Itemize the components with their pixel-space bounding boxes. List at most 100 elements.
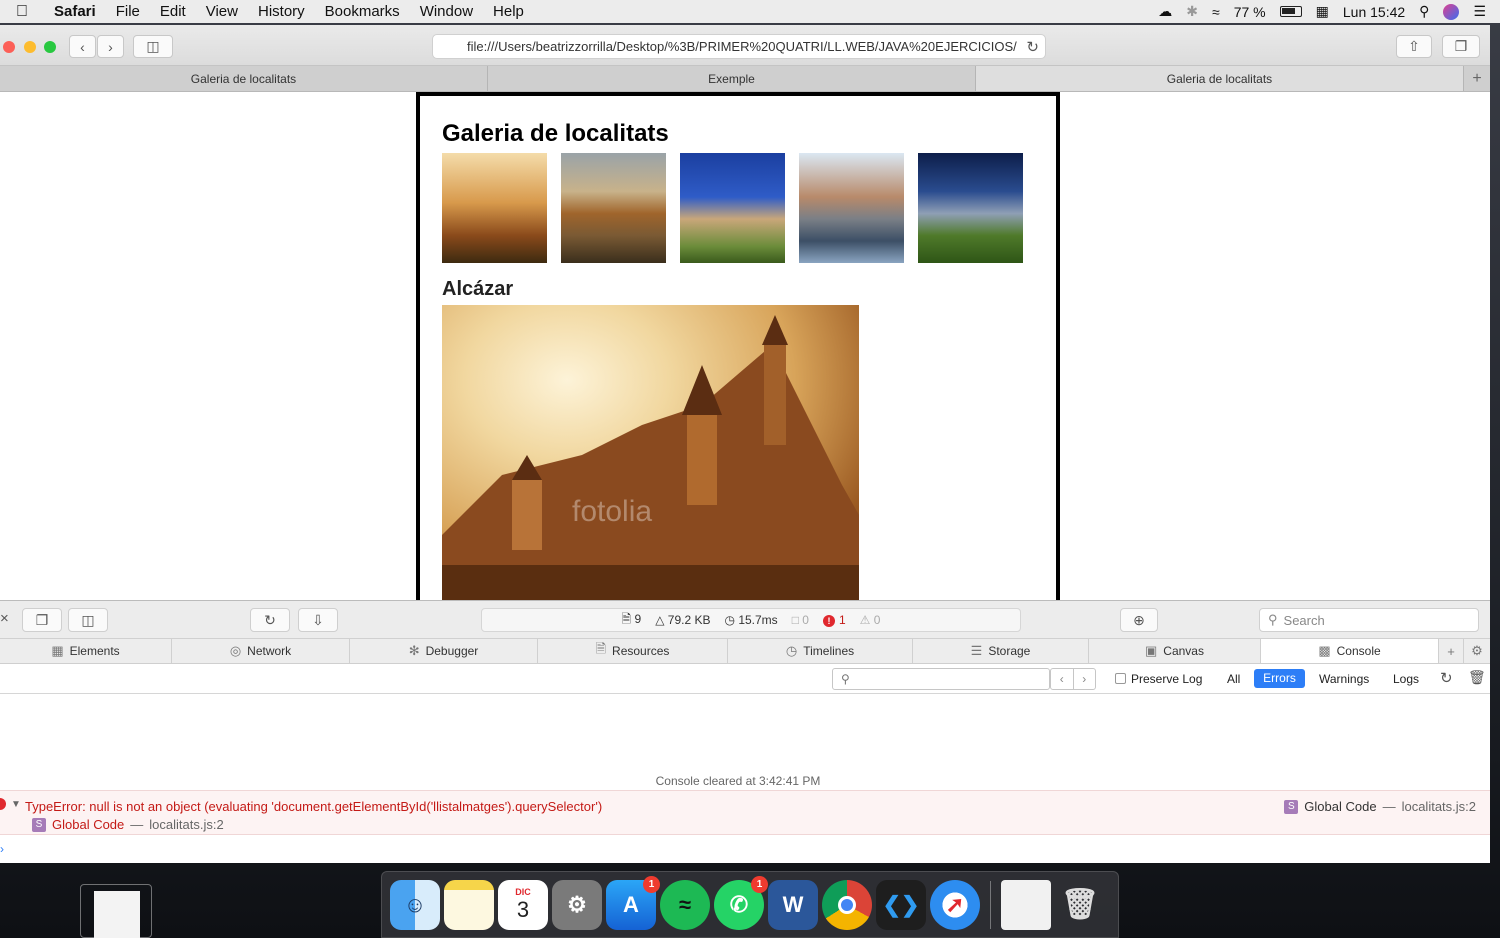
safari-icon[interactable]: ➚	[930, 879, 980, 930]
element-picker-button[interactable]: ⊕	[1120, 608, 1158, 632]
menu-view[interactable]: View	[196, 3, 248, 20]
previous-match-button[interactable]: ‹	[1051, 669, 1074, 689]
back-button[interactable]: ‹	[69, 35, 96, 58]
next-match-button[interactable]: ›	[1074, 669, 1096, 689]
chrome-icon[interactable]	[822, 879, 872, 930]
microsoft-word-icon[interactable]: W	[768, 879, 818, 930]
close-inspector-icon[interactable]: ×	[0, 610, 9, 627]
reload-icon[interactable]: ↻	[1026, 38, 1039, 56]
errors-count[interactable]: ! 1	[822, 613, 846, 627]
menu-history[interactable]: History	[248, 3, 315, 20]
notification-center-icon[interactable]: ☰	[1473, 3, 1486, 20]
logs-count[interactable]: □ 0	[792, 613, 809, 627]
load-time-value: 15.7ms	[738, 613, 778, 627]
new-tab-button[interactable]: +	[1464, 66, 1490, 91]
menu-file[interactable]: File	[106, 3, 150, 20]
trash-icon[interactable]: 🗑	[1055, 880, 1105, 930]
filter-logs[interactable]: Logs	[1393, 672, 1419, 686]
download-archive-button[interactable]: ⇩	[298, 608, 338, 632]
add-tab-button[interactable]: +	[1439, 639, 1464, 663]
show-tabs-button[interactable]: ❐	[1442, 35, 1480, 58]
warnings-count[interactable]: ⚠ 0	[860, 613, 881, 627]
resources-count[interactable]: 🗎 9	[622, 610, 642, 631]
thumbnail-salamanca[interactable]	[561, 153, 666, 263]
fotolia-watermark: fotolia	[572, 495, 653, 528]
tab-debugger[interactable]: ✻ Debugger	[350, 639, 538, 663]
filter-warnings[interactable]: Warnings	[1319, 672, 1369, 686]
battery-icon[interactable]	[1279, 6, 1302, 17]
address-bar[interactable]: file:///Users/beatrizzorrilla/Desktop/%3…	[432, 34, 1046, 59]
stack-trace-frame[interactable]: S Global Code — localitats.js:2	[32, 817, 224, 832]
app-store-icon[interactable]: A1	[606, 875, 660, 930]
thumbnail-muralla[interactable]	[918, 153, 1023, 263]
dock-side-button[interactable]: ◫	[68, 608, 108, 632]
thumbnail-sagrada-familia[interactable]	[680, 153, 785, 263]
reload-page-button[interactable]: ↻	[250, 608, 290, 632]
battery-percent[interactable]: 77 %	[1234, 4, 1266, 20]
resources-size[interactable]: △ 79.2 KB	[655, 613, 710, 627]
finder-icon[interactable]: ☺	[390, 879, 440, 930]
bluetooth-icon[interactable]: ✱	[1186, 3, 1198, 20]
menu-bookmarks[interactable]: Bookmarks	[315, 3, 410, 20]
minimize-window-button[interactable]	[24, 41, 36, 53]
calendar-icon[interactable]: DIC 3	[498, 879, 548, 930]
tab-storage[interactable]: ☰ Storage	[913, 639, 1089, 663]
detach-inspector-button[interactable]: ❐	[22, 608, 62, 632]
tab-network[interactable]: ◎ Network	[172, 639, 350, 663]
whatsapp-icon[interactable]: ✆ 1	[714, 875, 768, 930]
filter-all[interactable]: All	[1227, 672, 1240, 686]
image-caption: Alcázar	[442, 278, 514, 300]
error-source[interactable]: S Global Code — localitats.js:2	[1284, 799, 1476, 814]
apple-menu-icon[interactable]: 	[0, 3, 44, 21]
console-filter-input[interactable]: ⚲	[832, 668, 1050, 690]
warnings-count-value: 0	[873, 613, 881, 627]
chrome-window-icon[interactable]	[1001, 879, 1051, 930]
calendar-menu-icon[interactable]: ▦	[1316, 3, 1329, 20]
error-source-file[interactable]: localitats.js:2	[1402, 799, 1476, 814]
system-preferences-icon[interactable]: ⚙	[552, 879, 602, 930]
clock[interactable]: Lun 15:42	[1343, 4, 1405, 20]
tab-console[interactable]: ▩ Console	[1261, 639, 1439, 663]
creative-cloud-icon[interactable]: ☁	[1158, 3, 1172, 20]
tab-timelines[interactable]: ◷ Timelines	[728, 639, 913, 663]
sidebar-toggle-button[interactable]: ◫	[133, 35, 173, 58]
spotify-icon[interactable]: ≈	[660, 879, 710, 930]
disclosure-triangle-icon[interactable]: ▼	[11, 799, 21, 810]
app-store-badge: 1	[643, 875, 660, 893]
wifi-icon[interactable]: ≈	[1212, 4, 1220, 20]
inspector-settings-button[interactable]: ⚙	[1464, 639, 1490, 663]
menu-window[interactable]: Window	[410, 3, 483, 20]
tab-canvas[interactable]: ▣ Canvas	[1089, 639, 1261, 663]
thumbnail-alcazar[interactable]	[442, 153, 547, 263]
tab-galeria-2[interactable]: Galeria de localitats	[976, 66, 1464, 91]
siri-icon[interactable]	[1443, 3, 1460, 20]
menu-app-name[interactable]: Safari	[44, 3, 106, 20]
thumbnail-puente[interactable]	[799, 153, 904, 263]
stack-frame-file[interactable]: localitats.js:2	[149, 817, 223, 832]
menu-help[interactable]: Help	[483, 3, 534, 20]
share-button[interactable]: ⇧	[1396, 35, 1432, 58]
dock: ☺ DIC 3 ⚙ A1 ≈ ✆ 1 W ❮❯ ➚ 🗑	[381, 871, 1119, 938]
menu-edit[interactable]: Edit	[150, 3, 196, 20]
desktop-file-icon[interactable]	[80, 884, 152, 938]
tab-resources[interactable]: 🗎 Resources	[538, 639, 728, 663]
filter-errors[interactable]: Errors	[1254, 669, 1305, 688]
preserve-log-checkbox[interactable]: Preserve Log	[1115, 672, 1202, 686]
network-icon: ◎	[229, 643, 242, 658]
load-time[interactable]: ◷ 15.7ms	[725, 613, 778, 627]
forward-button[interactable]: ›	[97, 35, 124, 58]
auto-refresh-icon[interactable]: ↻	[1440, 669, 1453, 687]
inspector-search-field[interactable]: ⚲ Search	[1259, 608, 1479, 632]
close-window-button[interactable]	[3, 41, 15, 53]
notes-icon[interactable]	[444, 879, 494, 930]
clear-console-icon[interactable]: 🗑	[1468, 669, 1486, 686]
console-prompt-icon[interactable]: ›	[0, 842, 4, 856]
tab-exemple[interactable]: Exemple	[488, 66, 976, 91]
spotlight-search-icon[interactable]: ⚲	[1419, 3, 1429, 20]
console-error-entry[interactable]: ▼ TypeError: null is not an object (eval…	[0, 790, 1490, 835]
visual-studio-code-icon[interactable]: ❮❯	[876, 879, 926, 930]
tab-elements[interactable]: ▦ Elements	[0, 639, 172, 663]
castle-illustration	[442, 315, 859, 600]
zoom-window-button[interactable]	[44, 41, 56, 53]
tab-galeria-1[interactable]: Galeria de localitats	[0, 66, 488, 91]
